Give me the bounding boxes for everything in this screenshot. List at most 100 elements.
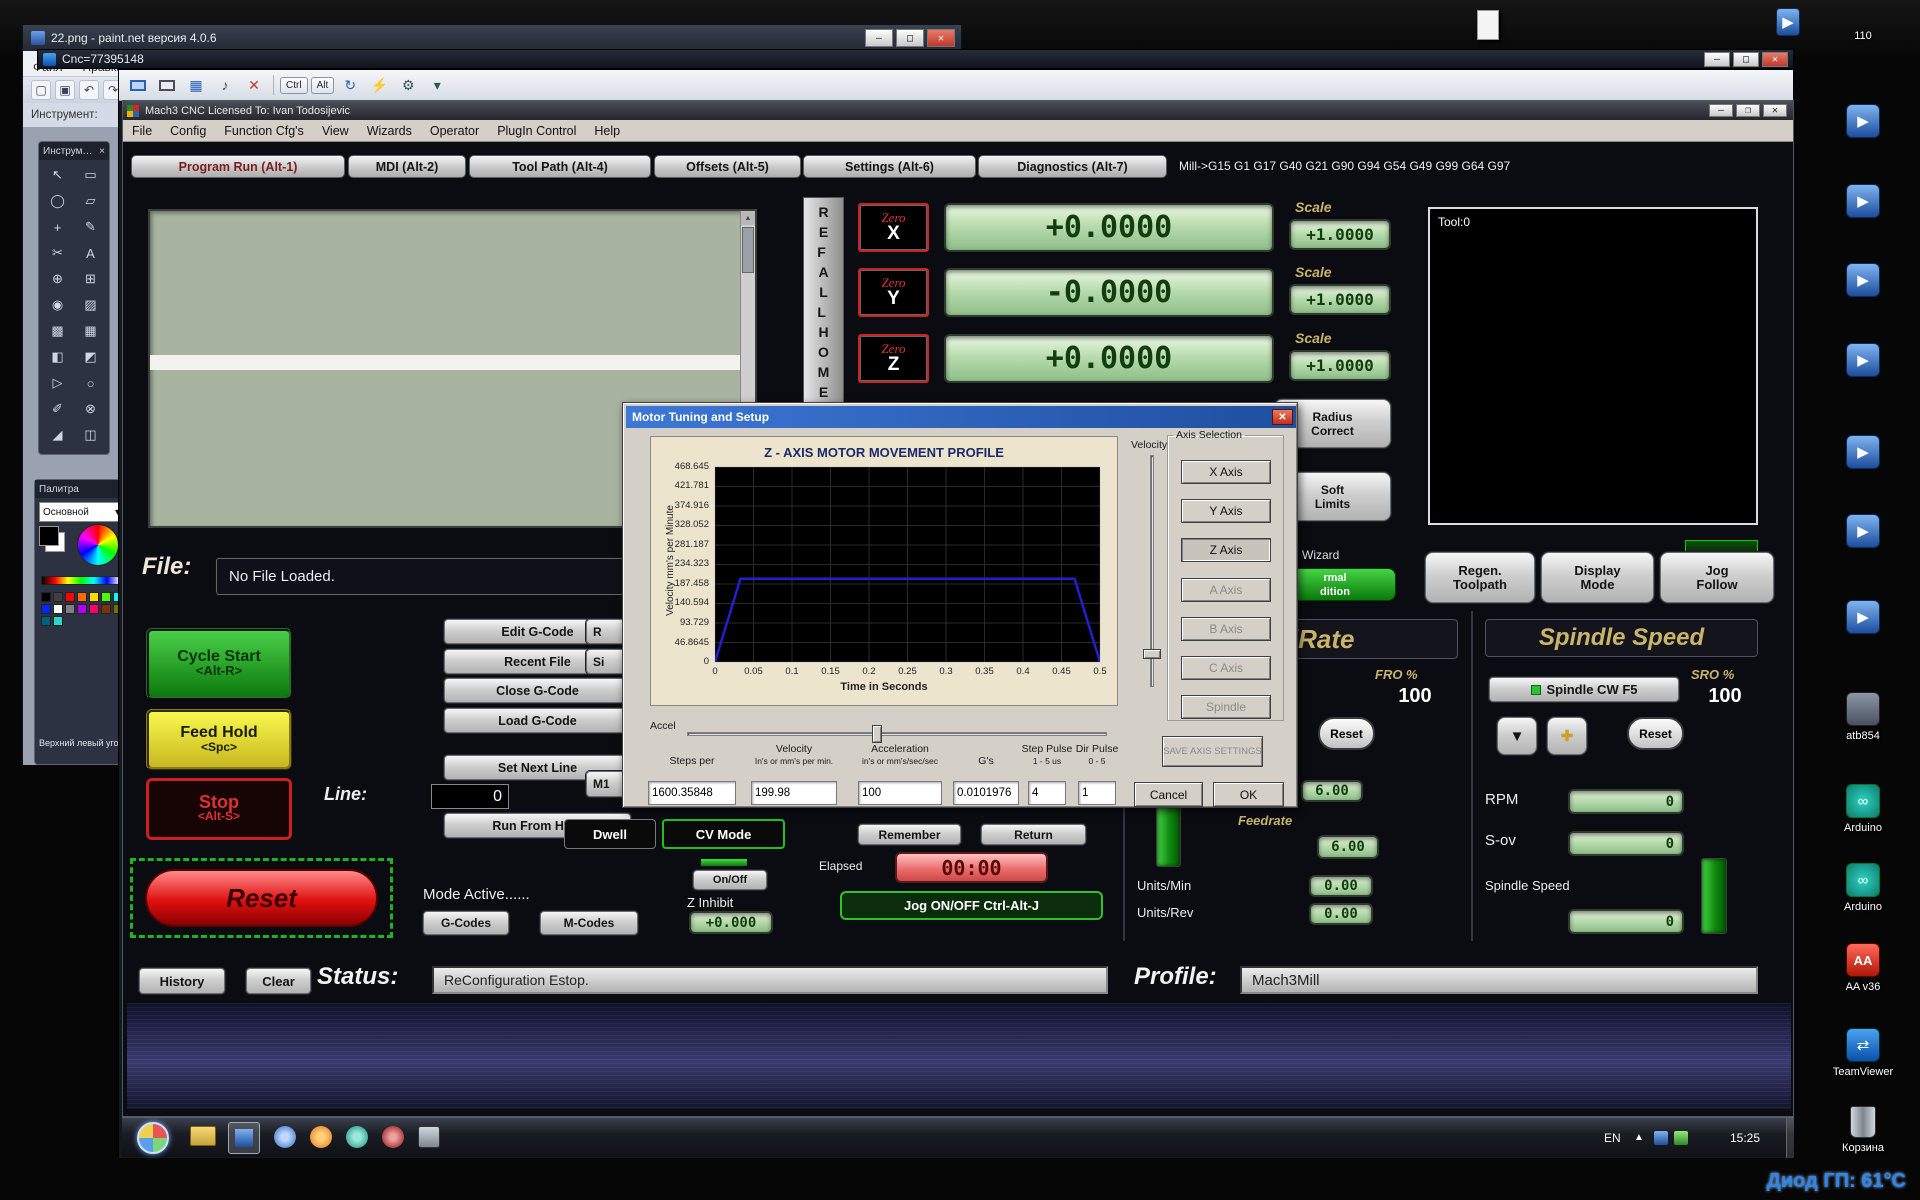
teamviewer-icon[interactable]: ⇄ xyxy=(1846,1028,1880,1062)
media-play-icon[interactable]: ▶ xyxy=(1846,343,1880,377)
tool-icon[interactable]: ⊗ xyxy=(74,396,107,422)
velocity-slider-thumb[interactable] xyxy=(1143,649,1161,659)
steps-per-input[interactable] xyxy=(648,781,736,805)
arduino-icon[interactable]: ∞ xyxy=(1846,863,1880,897)
tool-icon[interactable]: ⊞ xyxy=(74,266,107,292)
media-play-icon[interactable]: ▶ xyxy=(1846,184,1880,218)
palette-chip[interactable] xyxy=(41,604,51,614)
taskbar-folder-icon[interactable] xyxy=(190,1126,216,1146)
tab-mdi[interactable]: MDI (Alt-2) xyxy=(348,155,466,178)
palette-chip[interactable] xyxy=(101,604,111,614)
close-button[interactable]: ✕ xyxy=(1762,52,1788,67)
media-file-icon[interactable]: ▶ xyxy=(1776,8,1800,36)
media-play-icon[interactable]: ▶ xyxy=(1846,263,1880,297)
display-mode-button[interactable]: DisplayMode xyxy=(1541,552,1654,603)
spindle-cw-button[interactable]: Spindle CW F5 xyxy=(1489,677,1679,702)
tab-settings[interactable]: Settings (Alt-6) xyxy=(803,155,976,178)
refresh-icon[interactable]: ↻ xyxy=(337,73,363,97)
tool-icon[interactable]: ✎ xyxy=(74,214,107,240)
palette-chip[interactable] xyxy=(41,592,51,602)
palette-chip[interactable] xyxy=(89,592,99,602)
palette-chip[interactable] xyxy=(41,616,51,626)
ref-all-home-strip[interactable]: REF ALL HOME xyxy=(803,197,844,431)
gcodes-button[interactable]: G-Codes xyxy=(423,911,509,935)
tool-icon[interactable]: ◧ xyxy=(41,344,74,370)
document-icon[interactable] xyxy=(1477,10,1499,40)
velocity-input[interactable] xyxy=(751,781,837,805)
taskbar-app-icon[interactable] xyxy=(346,1126,368,1148)
actions-icon[interactable]: ⚡ xyxy=(366,73,392,97)
tool-icon[interactable]: ↖ xyxy=(41,162,74,188)
fro-slider[interactable] xyxy=(1156,806,1181,867)
reset-button[interactable]: Reset xyxy=(145,869,378,927)
recycle-bin-icon[interactable] xyxy=(1850,1106,1876,1138)
step-pulse-input[interactable] xyxy=(1028,781,1066,805)
taskbar-record-icon[interactable] xyxy=(382,1126,404,1148)
palette-mode-select[interactable]: Основной ▾ xyxy=(39,502,124,522)
app-icon-atb854[interactable] xyxy=(1846,692,1880,726)
palette-chip[interactable] xyxy=(65,592,75,602)
media-play-icon[interactable]: ▶ xyxy=(1846,435,1880,469)
b-axis-button[interactable]: B Axis xyxy=(1181,617,1271,641)
palette-chip[interactable] xyxy=(77,604,87,614)
media-play-icon[interactable]: ▶ xyxy=(1846,600,1880,634)
regen-toolpath-button[interactable]: Regen.Toolpath xyxy=(1425,552,1535,603)
tool-icon[interactable]: ▩ xyxy=(41,318,74,344)
accel-slider-thumb[interactable] xyxy=(872,725,882,743)
monitors-icon[interactable] xyxy=(154,73,180,97)
close-button[interactable]: ✕ xyxy=(927,29,955,47)
stop-button[interactable]: Stop<Alt-S> xyxy=(146,778,292,840)
menu-wizards[interactable]: Wizards xyxy=(358,121,421,141)
minimize-button[interactable]: – xyxy=(1709,104,1733,117)
restore-button[interactable]: ❐ xyxy=(1736,104,1760,117)
dir-pulse-input[interactable] xyxy=(1078,781,1116,805)
paintnet-toolbar-icon[interactable]: ▢ xyxy=(31,80,51,100)
tray-volume-icon[interactable] xyxy=(1674,1131,1688,1145)
jog-follow-button[interactable]: JogFollow xyxy=(1660,552,1774,603)
teamviewer-titlebar[interactable]: Cnc=77395148 – □ ✕ xyxy=(37,49,1794,69)
maximize-button[interactable]: □ xyxy=(1733,52,1759,67)
return-button[interactable]: Return xyxy=(981,824,1086,845)
aa-app-icon[interactable]: AA xyxy=(1846,943,1880,977)
menu-plugin-control[interactable]: PlugIn Control xyxy=(488,121,585,141)
dialog-close-button[interactable]: ✕ xyxy=(1272,409,1293,425)
show-desktop-button[interactable] xyxy=(1786,1118,1794,1158)
onoff-button[interactable]: On/Off xyxy=(693,870,767,890)
ok-button[interactable]: OK xyxy=(1213,782,1284,807)
jog-onoff-button[interactable]: Jog ON/OFF Ctrl-Alt-J xyxy=(840,891,1103,920)
scroll-up-icon[interactable]: ▲ xyxy=(741,211,755,225)
taskbar-save-icon[interactable] xyxy=(228,1122,260,1154)
language-indicator[interactable]: EN xyxy=(1604,1131,1621,1145)
paintnet-toolbar-icon[interactable]: ▣ xyxy=(55,80,75,100)
close-icon[interactable]: × xyxy=(99,146,105,157)
tray-expand-icon[interactable]: ▲ xyxy=(1634,1132,1644,1143)
tray-network-icon[interactable] xyxy=(1654,1131,1668,1145)
tool-icon[interactable]: ○ xyxy=(74,370,107,396)
tab-offsets[interactable]: Offsets (Alt-5) xyxy=(654,155,801,178)
tool-icon[interactable]: ◫ xyxy=(74,422,107,448)
fro-reset-button[interactable]: Reset xyxy=(1318,717,1375,750)
gs-input[interactable] xyxy=(953,781,1019,805)
palette-chip[interactable] xyxy=(65,604,75,614)
palette-chip[interactable] xyxy=(89,604,99,614)
palette-chip[interactable] xyxy=(53,592,63,602)
accel-slider-track[interactable] xyxy=(687,732,1107,736)
media-play-icon[interactable]: ▶ xyxy=(1846,514,1880,548)
menu-file[interactable]: File xyxy=(123,121,161,141)
alt-key-button[interactable]: Alt xyxy=(311,77,335,94)
spindle-axis-button[interactable]: Spindle xyxy=(1181,695,1271,719)
clear-button[interactable]: Clear xyxy=(246,968,311,994)
chevron-down-icon[interactable]: ▾ xyxy=(424,73,450,97)
media-play-icon[interactable]: ▶ xyxy=(1846,104,1880,138)
tool-icon[interactable]: ◉ xyxy=(41,292,74,318)
x-axis-button[interactable]: X Axis xyxy=(1181,460,1271,484)
tool-icon[interactable]: ▷ xyxy=(41,370,74,396)
close-gcode-button[interactable]: Close G-Code xyxy=(444,678,631,703)
taskbar-browser-icon[interactable] xyxy=(274,1126,296,1148)
tool-icon[interactable]: ⊕ xyxy=(41,266,74,292)
start-button[interactable] xyxy=(137,1122,169,1154)
palette-chip[interactable] xyxy=(77,592,87,602)
tab-tool-path[interactable]: Tool Path (Alt-4) xyxy=(469,155,651,178)
close-session-icon[interactable]: ✕ xyxy=(241,73,267,97)
menu-operator[interactable]: Operator xyxy=(421,121,488,141)
